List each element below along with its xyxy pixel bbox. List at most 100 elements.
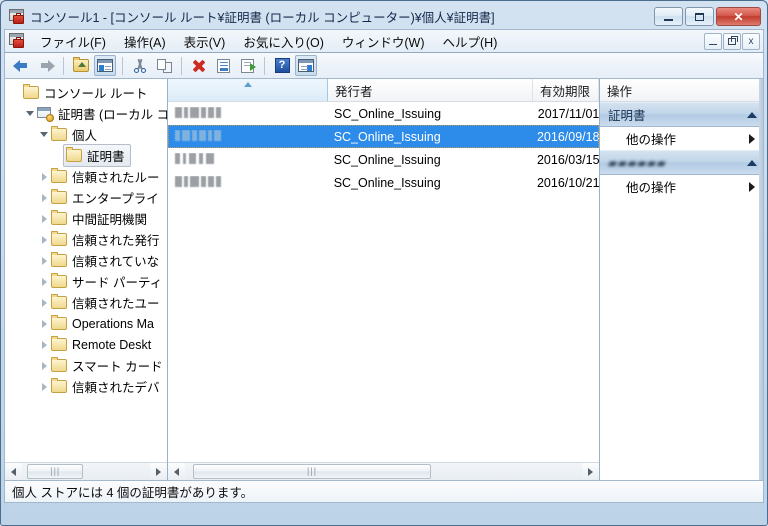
tree-node-trusted-publishers[interactable]: 信頼された発行 <box>5 229 167 250</box>
copy-button[interactable] <box>153 55 175 76</box>
expander-open-icon[interactable] <box>23 111 37 116</box>
mdi-minimize-button[interactable] <box>704 32 722 50</box>
tree-node-certificates-selected[interactable]: 証明書 <box>5 144 167 167</box>
mdi-close-button[interactable]: x <box>742 32 760 50</box>
properties-icon <box>216 58 230 73</box>
help-icon: ? <box>274 58 290 73</box>
more-actions-certificates[interactable]: 他の操作 <box>600 127 763 150</box>
expander-closed-icon[interactable] <box>37 361 51 370</box>
cut-icon <box>133 59 147 73</box>
cell-issuer: SC_Online_Issuing <box>333 129 441 144</box>
tree-node-certificates-local-computer[interactable]: 証明書 (ローカル コ <box>5 103 167 124</box>
expander-closed-icon[interactable] <box>37 214 51 223</box>
folder-icon <box>51 273 67 288</box>
tree-node-enterprise-trust[interactable]: エンタープライ <box>5 187 167 208</box>
maximize-icon <box>695 12 704 21</box>
copy-icon <box>156 58 172 73</box>
properties-button[interactable] <box>212 55 234 76</box>
show-hide-console-tree-button[interactable] <box>94 55 116 76</box>
redacted-name <box>175 129 221 141</box>
expander-closed-icon[interactable] <box>37 193 51 202</box>
toolbar-separator <box>181 56 182 75</box>
tree-horizontal-scrollbar[interactable]: ||| <box>5 462 167 480</box>
maximize-button[interactable] <box>685 7 714 26</box>
more-actions-selected[interactable]: 他の操作 <box>600 175 763 198</box>
tree-node-intermediate-ca[interactable]: 中間証明機関 <box>5 208 167 229</box>
minimize-button[interactable] <box>654 7 683 26</box>
tree-node-untrusted-certificates[interactable]: 信頼されていな <box>5 250 167 271</box>
tree-node-remote-desktop[interactable]: Remote Deskt <box>5 334 167 355</box>
actions-pane-vertical-scrollbar[interactable] <box>759 79 763 480</box>
tree-node-console-root[interactable]: コンソール ルート <box>5 82 167 103</box>
column-header-label: 有効期限 <box>540 84 591 99</box>
mdi-close-icon: x <box>748 35 754 47</box>
expander-closed-icon[interactable] <box>37 298 51 307</box>
cell-expiration: 2016/03/15 <box>536 152 599 167</box>
toolbar-separator <box>264 56 265 75</box>
menu-window[interactable]: ウィンドウ(W) <box>333 30 434 53</box>
expander-open-icon[interactable] <box>37 132 51 137</box>
certificates-list[interactable]: SC_Online_Issuing 2017/11/01 SC_Online_I… <box>168 102 599 462</box>
tree-node-trusted-devices[interactable]: 信頼されたデバ <box>5 376 167 397</box>
actions-group-certificates[interactable]: 証明書 <box>600 102 763 127</box>
expander-closed-icon[interactable] <box>37 340 51 349</box>
grip-icon: ||| <box>307 466 318 476</box>
tree-node-trusted-people[interactable]: 信頼されたユー <box>5 292 167 313</box>
tree-node-label: 信頼された発行 <box>72 234 160 248</box>
cell-expiration: 2016/09/18 <box>536 129 599 144</box>
table-row[interactable]: SC_Online_Issuing 2016/09/18 <box>168 125 599 148</box>
delete-button[interactable] <box>188 55 210 76</box>
expander-closed-icon[interactable] <box>37 235 51 244</box>
tree-node-trusted-root[interactable]: 信頼されたルー <box>5 166 167 187</box>
expander-closed-icon[interactable] <box>37 172 51 181</box>
tree-node-operations-manager[interactable]: Operations Ma <box>5 313 167 334</box>
scroll-right-button[interactable] <box>582 463 599 480</box>
scroll-left-button[interactable] <box>5 463 22 480</box>
tree-node-label: 信頼されたデバ <box>72 381 160 395</box>
expander-closed-icon[interactable] <box>37 277 51 286</box>
close-button[interactable]: ✕ <box>716 7 761 26</box>
list-horizontal-scrollbar[interactable]: ||| <box>168 462 599 480</box>
forward-button[interactable] <box>35 55 57 76</box>
console-tree-pane: コンソール ルート 証明書 (ローカル コ 個人 証明書 信頼されたルー エンタ… <box>5 79 168 480</box>
table-row[interactable]: SC_Online_Issuing 2016/03/15 <box>168 148 599 171</box>
expander-closed-icon[interactable] <box>37 319 51 328</box>
scroll-track[interactable]: ||| <box>22 463 150 480</box>
tree-node-label: Operations Ma <box>72 316 154 331</box>
table-row[interactable]: SC_Online_Issuing 2017/11/01 <box>168 102 599 125</box>
menu-favorites[interactable]: お気に入り(O) <box>234 30 333 53</box>
column-header-expiration-date[interactable]: 有効期限 <box>533 79 599 101</box>
menu-file[interactable]: ファイル(F) <box>31 30 115 53</box>
help-button[interactable]: ? <box>271 55 293 76</box>
table-row[interactable]: SC_Online_Issuing 2016/10/21 <box>168 171 599 194</box>
expander-closed-icon[interactable] <box>37 382 51 391</box>
up-one-level-icon <box>73 57 89 72</box>
back-button[interactable] <box>11 55 33 76</box>
chevron-up-icon <box>747 111 757 118</box>
expander-closed-icon[interactable] <box>37 256 51 265</box>
scroll-thumb[interactable]: ||| <box>192 464 432 479</box>
column-header-issuer[interactable]: 発行者 <box>328 79 533 101</box>
scroll-left-button[interactable] <box>168 463 185 480</box>
menu-item-list: ファイル(F) 操作(A) 表示(V) お気に入り(O) ウィンドウ(W) ヘル… <box>31 30 704 53</box>
console-tree[interactable]: コンソール ルート 証明書 (ローカル コ 個人 証明書 信頼されたルー エンタ… <box>5 79 167 462</box>
tree-node-third-party-root[interactable]: サード パーティ <box>5 271 167 292</box>
actions-group-selected-certificate[interactable]: ▰▰▰▰▰▰ <box>600 150 763 175</box>
scroll-thumb[interactable]: ||| <box>27 464 84 479</box>
cut-button[interactable] <box>129 55 151 76</box>
folder-icon <box>51 189 67 204</box>
column-header-issued-to[interactable] <box>168 79 328 101</box>
mdi-restore-button[interactable] <box>723 32 741 50</box>
up-one-level-button[interactable] <box>70 55 92 76</box>
tree-node-smart-card[interactable]: スマート カード <box>5 355 167 376</box>
folder-icon <box>51 168 67 183</box>
scroll-track[interactable]: ||| <box>185 463 582 480</box>
export-button[interactable] <box>236 55 258 76</box>
tree-node-personal[interactable]: 個人 <box>5 124 167 145</box>
menu-help[interactable]: ヘルプ(H) <box>434 30 507 53</box>
scroll-right-button[interactable] <box>150 463 167 480</box>
show-hide-action-pane-button[interactable] <box>295 55 317 76</box>
menu-view[interactable]: 表示(V) <box>175 30 235 53</box>
folder-icon <box>51 210 67 225</box>
menu-action[interactable]: 操作(A) <box>115 30 175 53</box>
